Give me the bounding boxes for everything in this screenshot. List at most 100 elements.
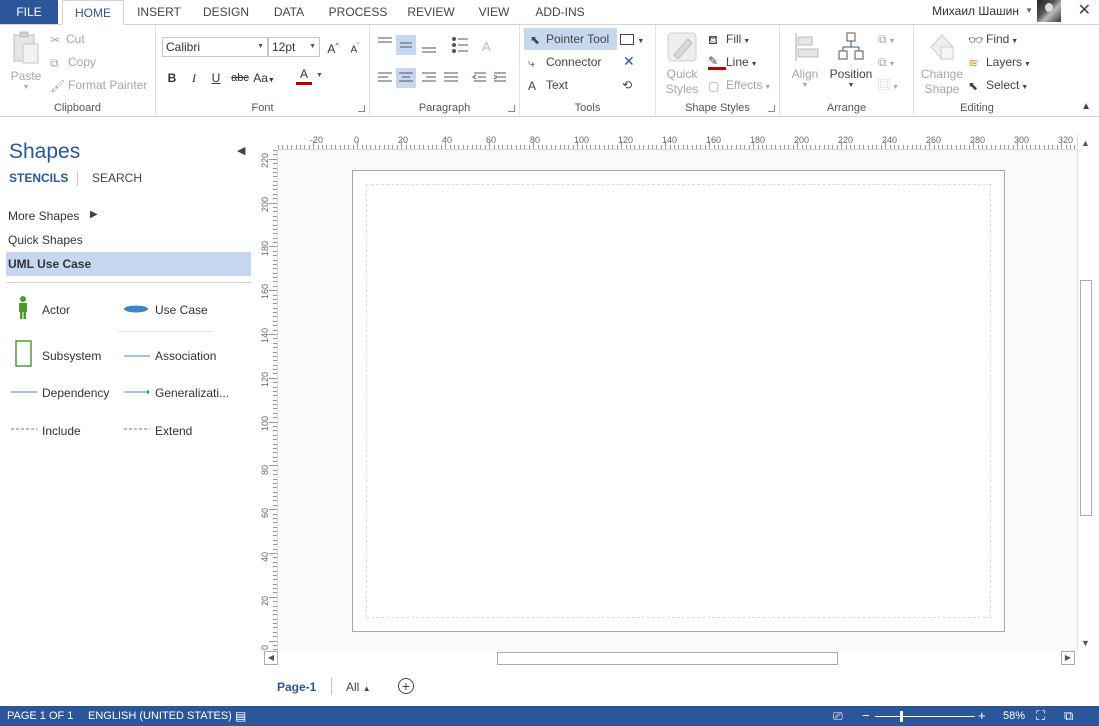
quick-styles-label-2: Styles [665, 82, 699, 96]
connector-button[interactable]: ⤷ Connector [528, 54, 601, 71]
generalization-label: Generalizati... [155, 386, 230, 400]
align-top-icon[interactable] [378, 37, 392, 43]
shrink-font-icon[interactable]: Aˇ [346, 38, 364, 56]
fit-page-icon[interactable]: ⛶ [1036, 708, 1045, 724]
more-shapes-item[interactable]: More Shapes ▶ [8, 209, 98, 223]
font-dialog-launcher-icon[interactable] [358, 105, 365, 112]
user-menu-caret-icon[interactable]: ▼ [1025, 6, 1033, 15]
tab-process[interactable]: PROCESS [326, 0, 390, 24]
zoom-out-icon[interactable]: − [862, 708, 870, 723]
font-color-icon[interactable]: A [293, 67, 315, 85]
change-case-icon[interactable]: Aa▼ [253, 69, 275, 87]
copy-button[interactable]: ⧉ Copy [50, 54, 96, 71]
switch-windows-icon[interactable]: ⧉ [1064, 708, 1073, 724]
tab-data[interactable]: DATA [266, 0, 312, 24]
send-backward-icon[interactable]: ⧉ ▼ [878, 54, 895, 73]
position-button[interactable]: Position ▼ [826, 31, 876, 90]
tab-insert[interactable]: INSERT [132, 0, 186, 24]
connection-point-icon[interactable]: ⟲ [622, 77, 632, 93]
text-tool-button[interactable]: A Text [528, 77, 568, 94]
all-pages-button[interactable]: All ▲ [346, 680, 371, 694]
ruler-tick [432, 145, 433, 149]
shapes-separator [118, 331, 212, 332]
collapse-ribbon-icon[interactable]: ▲ [1081, 101, 1091, 112]
close-icon[interactable]: ✕ [1078, 2, 1091, 20]
ruler-tick [273, 456, 277, 458]
horizontal-scroll-thumb[interactable] [497, 652, 838, 665]
ruler-tick [374, 145, 376, 149]
ruler-tick [273, 285, 277, 287]
shape-styles-dialog-launcher-icon[interactable] [768, 105, 775, 112]
strikethrough-icon[interactable]: abc [229, 69, 251, 87]
font-size-select[interactable]: 12pt ▼ [268, 37, 320, 57]
align-left-icon[interactable] [378, 72, 392, 82]
quick-styles-button[interactable]: Quick Styles [660, 31, 704, 97]
change-shape-button[interactable]: Change Shape [918, 31, 966, 97]
underline-icon[interactable]: U [207, 69, 225, 87]
drawing-page[interactable] [352, 170, 1005, 632]
add-page-icon[interactable]: + [398, 678, 414, 694]
ruler-tick [814, 145, 816, 149]
justify-icon[interactable] [444, 72, 458, 82]
paste-button[interactable]: Paste ▼ [6, 31, 46, 92]
scroll-left-icon[interactable]: ◀ [264, 651, 278, 665]
presentation-mode-icon[interactable]: ⎚ [833, 709, 843, 724]
cut-button[interactable]: ✂ Cut [50, 31, 85, 48]
language-status[interactable]: ENGLISH (UNITED STATES) [88, 710, 232, 722]
quick-shapes-item[interactable]: Quick Shapes [8, 233, 83, 247]
font-color-dropdown-icon[interactable]: ▼ [316, 72, 323, 79]
tab-search[interactable]: SEARCH [92, 171, 142, 185]
delete-connector-icon[interactable]: ✕ [623, 53, 635, 69]
effects-button[interactable]: ▢ Effects ▼ [708, 77, 771, 96]
align-button[interactable]: Align ▼ [786, 31, 824, 90]
tab-add-ins[interactable]: ADD-INS [530, 0, 590, 24]
editing-group: Change Shape 👓︎ Find ▼ ≋ Layers ▼ ⬉ Select … [914, 25, 1040, 117]
user-name[interactable]: Михаил Шашин [932, 0, 1019, 24]
scroll-up-icon[interactable]: ▲ [1081, 138, 1090, 148]
layers-button[interactable]: ≋ Layers ▼ [968, 54, 1031, 73]
avatar[interactable] [1037, 0, 1061, 22]
vertical-scroll-thumb[interactable] [1080, 280, 1092, 516]
bold-icon[interactable]: B [163, 69, 181, 87]
vertical-scrollbar[interactable]: ▲ ▼ [1077, 134, 1094, 651]
align-bottom-icon[interactable] [422, 47, 436, 53]
line-button[interactable]: ✎ Line ▼ [708, 54, 758, 73]
ruler-tick [1074, 145, 1076, 149]
macro-recording-icon[interactable]: ▤ [235, 709, 246, 723]
decrease-indent-icon[interactable] [472, 72, 486, 82]
horizontal-scrollbar[interactable]: ◀ ▶ [264, 651, 1075, 668]
increase-indent-icon[interactable] [493, 72, 506, 82]
zoom-slider-track[interactable] [875, 716, 975, 717]
text-direction-icon[interactable]: A [482, 39, 491, 54]
fill-button[interactable]: ⛾ Fill ▼ [708, 31, 750, 50]
page-count-status[interactable]: PAGE 1 OF 1 [7, 710, 73, 722]
format-painter-button[interactable]: 🖌︎ Format Painter [50, 77, 147, 94]
tab-stencils[interactable]: STENCILS [9, 171, 68, 185]
zoom-in-icon[interactable]: + [978, 708, 986, 723]
scroll-right-icon[interactable]: ▶ [1061, 651, 1075, 665]
italic-icon[interactable]: I [185, 69, 203, 87]
tab-review[interactable]: REVIEW [402, 0, 460, 24]
grow-font-icon[interactable]: A^ [324, 38, 342, 56]
paragraph-dialog-launcher-icon[interactable] [508, 105, 515, 112]
zoom-level[interactable]: 58% [1003, 710, 1025, 722]
pointer-tool-button[interactable]: ⬉ Pointer Tool [524, 28, 617, 50]
ruler-tick [986, 145, 988, 149]
bullets-icon[interactable] [452, 37, 469, 53]
tab-view[interactable]: VIEW [474, 0, 514, 24]
zoom-slider-thumb[interactable] [900, 711, 903, 722]
tab-file[interactable]: FILE [0, 0, 58, 24]
collapse-pane-icon[interactable]: ◀ [237, 144, 245, 157]
font-family-select[interactable]: Calibri ▼ [162, 37, 268, 57]
find-button[interactable]: 👓︎ Find ▼ [968, 31, 1018, 50]
group-icon[interactable]: ⿴ ▼ [878, 77, 899, 96]
tab-design[interactable]: DESIGN [198, 0, 254, 24]
select-button[interactable]: ⬉ Select ▼ [968, 77, 1028, 96]
bring-forward-icon[interactable]: ⧉ ▼ [878, 31, 895, 50]
align-right-icon[interactable] [422, 72, 436, 82]
tab-home[interactable]: HOME [62, 0, 124, 25]
ruler-tick [784, 145, 785, 149]
scroll-down-icon[interactable]: ▼ [1081, 638, 1090, 648]
rectangle-tool-button[interactable]: ▼ [620, 31, 644, 50]
page-tab-1[interactable]: Page-1 [277, 680, 316, 694]
